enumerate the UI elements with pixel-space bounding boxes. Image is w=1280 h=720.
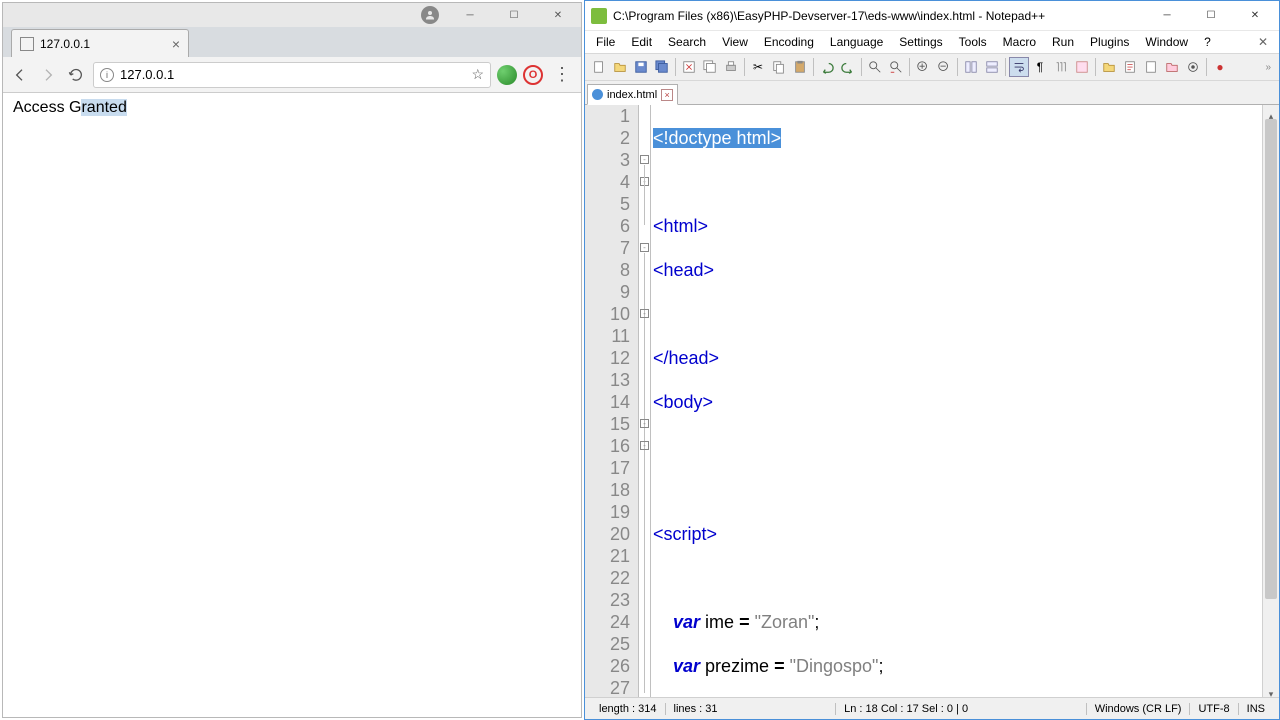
menu-settings[interactable]: Settings [892, 33, 949, 51]
fold-column[interactable]: - - - - - - [639, 105, 651, 697]
status-position: Ln : 18 Col : 17 Sel : 0 | 0 [835, 703, 976, 715]
maximize-button[interactable]: ☐ [1189, 2, 1233, 30]
sync-h-icon[interactable] [982, 57, 1002, 77]
maximize-button[interactable]: ☐ [493, 4, 535, 26]
func-list-icon[interactable] [1141, 57, 1161, 77]
menu-help[interactable]: ? [1197, 33, 1218, 51]
back-button[interactable] [9, 64, 31, 86]
cut-icon[interactable]: ✂ [748, 57, 768, 77]
menu-window[interactable]: Window [1138, 33, 1195, 51]
reload-button[interactable] [65, 64, 87, 86]
save-icon[interactable] [631, 57, 651, 77]
minimize-button[interactable]: ─ [1145, 2, 1189, 30]
page-text: Access Granted [13, 99, 127, 116]
close-file-icon[interactable] [679, 57, 699, 77]
chrome-toolbar: i 127.0.0.1 ☆ O ⋮ [3, 57, 581, 93]
code-area[interactable]: <!doctype html> <html> <head> </head> <b… [651, 105, 1262, 697]
menu-encoding[interactable]: Encoding [757, 33, 821, 51]
extension-icon-1[interactable] [497, 65, 517, 85]
monitor-icon[interactable] [1183, 57, 1203, 77]
menu-view[interactable]: View [715, 33, 755, 51]
menu-close-doc[interactable]: ✕ [1251, 33, 1275, 51]
npp-app-icon [591, 8, 607, 24]
status-encoding[interactable]: UTF-8 [1189, 703, 1237, 715]
menu-tools[interactable]: Tools [952, 33, 994, 51]
status-length: length : 314 [591, 703, 665, 715]
zoom-out-icon[interactable] [934, 57, 954, 77]
minimize-button[interactable]: ─ [449, 4, 491, 26]
close-button[interactable]: ✕ [537, 4, 579, 26]
menu-run[interactable]: Run [1045, 33, 1081, 51]
npp-toolbar: ✂ ¶ ● » [585, 53, 1279, 81]
doc-map-icon[interactable] [1120, 57, 1140, 77]
user-icon[interactable] [421, 6, 439, 24]
lang-icon[interactable] [1072, 57, 1092, 77]
status-lines: lines : 31 [665, 703, 726, 715]
chrome-tabbar: 127.0.0.1 × [3, 27, 581, 57]
line-gutter: 1234567891011121314151617181920212223242… [585, 105, 639, 697]
menu-plugins[interactable]: Plugins [1083, 33, 1136, 51]
menu-edit[interactable]: Edit [624, 33, 659, 51]
status-mode[interactable]: INS [1238, 703, 1273, 715]
folder-icon[interactable] [1099, 57, 1119, 77]
indent-guide-icon[interactable] [1051, 57, 1071, 77]
npp-menubar: File Edit Search View Encoding Language … [585, 31, 1279, 53]
chrome-titlebar: ─ ☐ ✕ [3, 3, 581, 27]
paste-icon[interactable] [790, 57, 810, 77]
tab-title: 127.0.0.1 [40, 37, 90, 51]
npp-title: C:\Program Files (x86)\EasyPHP-Devserver… [613, 9, 1145, 23]
scroll-up-icon[interactable]: ▴ [1263, 105, 1279, 119]
file-icon [20, 37, 34, 51]
menu-language[interactable]: Language [823, 33, 890, 51]
find-icon[interactable] [865, 57, 885, 77]
folder-workspace-icon[interactable] [1162, 57, 1182, 77]
forward-button[interactable] [37, 64, 59, 86]
notepadpp-window: C:\Program Files (x86)\EasyPHP-Devserver… [584, 0, 1280, 720]
url-text: 127.0.0.1 [120, 67, 174, 82]
record-macro-icon[interactable]: ● [1210, 57, 1230, 77]
scroll-down-icon[interactable]: ▾ [1263, 683, 1279, 697]
save-all-icon[interactable] [652, 57, 672, 77]
address-bar[interactable]: i 127.0.0.1 ☆ [93, 62, 491, 88]
menu-search[interactable]: Search [661, 33, 713, 51]
open-file-icon[interactable] [610, 57, 630, 77]
status-bar: length : 314 lines : 31 Ln : 18 Col : 17… [585, 697, 1279, 719]
file-tab-index[interactable]: index.html × [587, 84, 678, 105]
close-all-icon[interactable] [700, 57, 720, 77]
undo-icon[interactable] [817, 57, 837, 77]
replace-icon[interactable] [886, 57, 906, 77]
show-chars-icon[interactable]: ¶ [1030, 57, 1050, 77]
wordwrap-icon[interactable] [1009, 57, 1029, 77]
file-tabs: index.html × [585, 81, 1279, 105]
editor[interactable]: 1234567891011121314151617181920212223242… [585, 105, 1279, 697]
sync-v-icon[interactable] [961, 57, 981, 77]
npp-titlebar: C:\Program Files (x86)\EasyPHP-Devserver… [585, 1, 1279, 31]
chrome-window: ─ ☐ ✕ 127.0.0.1 × i 127.0.0.1 ☆ O ⋮ Acce… [2, 2, 582, 718]
file-tab-close-icon[interactable]: × [661, 89, 673, 101]
bookmark-star-icon[interactable]: ☆ [471, 66, 484, 83]
browser-tab[interactable]: 127.0.0.1 × [11, 29, 189, 57]
print-icon[interactable] [721, 57, 741, 77]
menu-file[interactable]: File [589, 33, 622, 51]
chrome-menu-icon[interactable]: ⋮ [549, 64, 575, 85]
file-tab-label: index.html [607, 89, 657, 101]
scroll-thumb[interactable] [1265, 119, 1277, 599]
file-status-icon [592, 89, 603, 100]
zoom-in-icon[interactable] [913, 57, 933, 77]
copy-icon[interactable] [769, 57, 789, 77]
extension-icon-2[interactable]: O [523, 65, 543, 85]
tab-close-icon[interactable]: × [172, 36, 180, 52]
new-file-icon[interactable] [589, 57, 609, 77]
page-content: Access Granted [3, 93, 581, 717]
menu-macro[interactable]: Macro [996, 33, 1043, 51]
redo-icon[interactable] [838, 57, 858, 77]
site-info-icon[interactable]: i [100, 68, 114, 82]
status-eol[interactable]: Windows (CR LF) [1086, 703, 1190, 715]
toolbar-overflow-icon[interactable]: » [1261, 62, 1275, 73]
close-button[interactable]: ✕ [1233, 2, 1277, 30]
vertical-scrollbar[interactable]: ▴ ▾ [1262, 105, 1279, 697]
